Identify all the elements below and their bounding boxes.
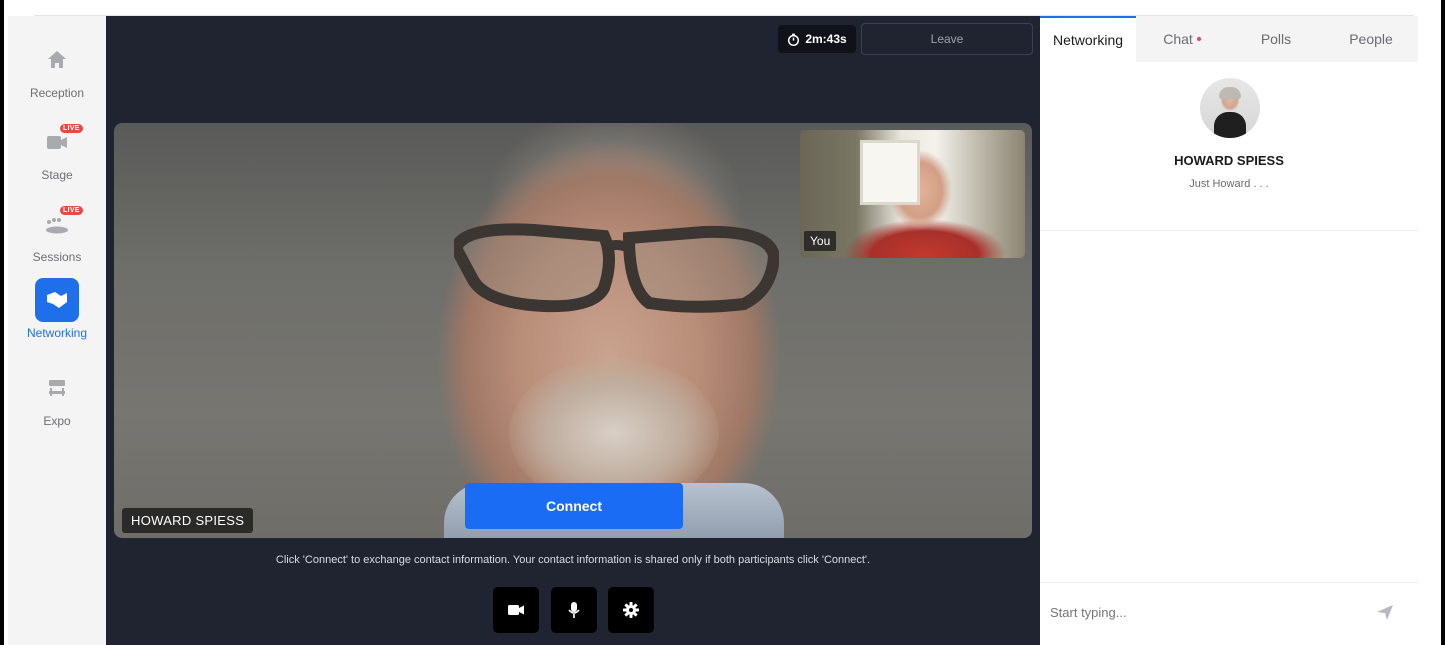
app-window: Reception LIVE Stage LIVE Sessions Netwo… xyxy=(0,0,1445,645)
self-video: You xyxy=(800,130,1025,258)
call-timer: 2m:43s xyxy=(778,25,856,53)
tab-label: Polls xyxy=(1260,31,1292,47)
self-label: You xyxy=(804,231,837,251)
avatar-hair xyxy=(1219,87,1241,99)
sidebar-item-reception[interactable]: Reception xyxy=(8,38,106,100)
send-icon[interactable] xyxy=(1374,601,1396,623)
sidebar-item-expo[interactable]: Expo xyxy=(8,366,106,428)
live-badge: LIVE xyxy=(60,124,83,133)
tab-label: Chat xyxy=(1163,31,1193,47)
tab-people[interactable]: People xyxy=(1324,16,1418,62)
sidebar-item-networking[interactable]: Networking xyxy=(8,278,106,340)
tab-polls[interactable]: Polls xyxy=(1228,16,1324,62)
chat-input[interactable] xyxy=(1050,596,1350,628)
sidebar-item-label: Reception xyxy=(29,86,85,100)
profile-name: HOWARD SPIESS xyxy=(1174,153,1284,168)
microphone-toggle-button[interactable] xyxy=(551,587,597,633)
sessions-icon: LIVE xyxy=(35,202,83,246)
timer-icon xyxy=(788,33,800,46)
tab-label: People xyxy=(1349,31,1393,47)
top-header xyxy=(34,0,1414,16)
connect-button[interactable]: Connect xyxy=(465,483,683,529)
remote-name-tag: HOWARD SPIESS xyxy=(122,508,254,533)
sidebar-item-label: Stage xyxy=(41,168,73,182)
settings-button[interactable] xyxy=(608,587,654,633)
profile-tagline: Just Howard . . . xyxy=(1189,178,1269,190)
home-icon xyxy=(35,38,79,82)
panel-tabs: Networking Chat Polls People xyxy=(1040,16,1418,62)
avatar-suit xyxy=(1214,112,1246,138)
tab-networking[interactable]: Networking xyxy=(1040,16,1136,62)
tab-label: Networking xyxy=(1052,32,1124,48)
self-video-window xyxy=(860,140,920,205)
video-camera-icon xyxy=(508,605,524,615)
video-stage: 2m:43s Leave HOWARD SPIESS Connect You C… xyxy=(106,16,1040,645)
unread-dot xyxy=(1196,37,1201,41)
leave-button[interactable]: Leave xyxy=(861,23,1033,55)
sidebar-item-label: Sessions xyxy=(32,250,82,264)
side-panel: Networking Chat Polls People HOWARD SPIE… xyxy=(1040,16,1418,645)
handshake-icon xyxy=(35,278,79,322)
camera-toggle-button[interactable] xyxy=(493,587,539,633)
sidebar-item-label: Networking xyxy=(26,326,88,340)
sidebar-item-stage[interactable]: LIVE Stage xyxy=(8,120,106,182)
microphone-icon xyxy=(568,602,580,618)
avatar xyxy=(1200,78,1260,138)
video-camera-icon: LIVE xyxy=(35,120,83,164)
live-badge: LIVE xyxy=(60,206,83,215)
timer-value: 2m:43s xyxy=(805,32,847,46)
sidebar-item-sessions[interactable]: LIVE Sessions xyxy=(8,202,106,264)
divider xyxy=(1040,582,1418,583)
connect-hint: Click 'Connect' to exchange contact info… xyxy=(275,554,871,566)
sidebar: Reception LIVE Stage LIVE Sessions Netwo… xyxy=(8,16,106,645)
divider xyxy=(1040,230,1418,231)
tab-chat[interactable]: Chat xyxy=(1136,16,1228,62)
settings-icon xyxy=(623,602,639,618)
sidebar-item-label: Expo xyxy=(43,414,71,428)
booth-icon xyxy=(35,366,79,410)
video-glasses xyxy=(454,223,779,313)
